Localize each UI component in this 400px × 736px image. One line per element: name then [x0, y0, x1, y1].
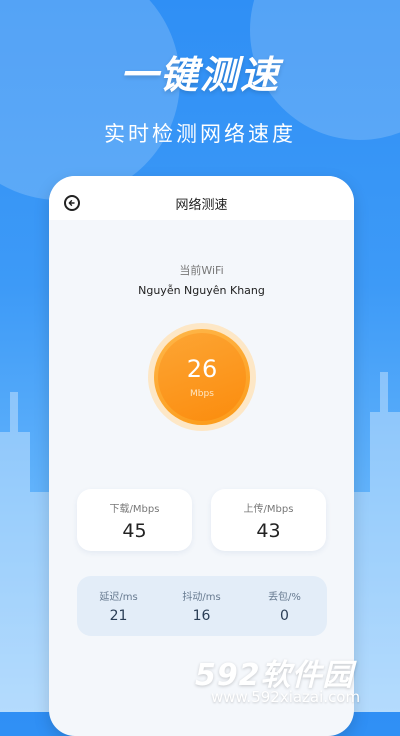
app-bar: 网络测速: [49, 176, 354, 220]
upload-value: 43: [256, 520, 281, 542]
background-glow: [0, 0, 180, 200]
download-card: 下载/Mbps 45: [77, 489, 192, 551]
wifi-name: Nguyễn Nguyên Khang: [138, 284, 265, 297]
packet-loss-value: 0: [280, 608, 289, 624]
promo-subline: 实时检测网络速度: [104, 122, 296, 146]
latency-metric: 延迟/ms 21: [77, 576, 160, 636]
speed-gauge[interactable]: 26 Mbps: [148, 323, 256, 431]
upload-card: 上传/Mbps 43: [211, 489, 326, 551]
watermark-url: www.592xiazai.com: [211, 688, 361, 706]
download-value: 45: [122, 520, 147, 542]
upload-label: 上传/Mbps: [243, 504, 294, 515]
jitter-label: 抖动/ms: [182, 592, 221, 603]
current-wifi-label: 当前WiFi: [179, 264, 224, 277]
packet-loss-label: 丢包/%: [268, 592, 301, 603]
speed-gauge-core: 26 Mbps: [158, 333, 246, 421]
speed-gauge-ring: 26 Mbps: [154, 329, 250, 425]
site-watermark: 592软件园 www.592xiazai.com: [195, 650, 400, 712]
page-title: 网络测速: [175, 198, 228, 213]
latency-value: 21: [109, 608, 128, 624]
latency-label: 延迟/ms: [99, 592, 138, 603]
packet-loss-metric: 丢包/% 0: [243, 576, 326, 636]
jitter-metric: 抖动/ms 16: [160, 576, 243, 636]
speed-unit: Mbps: [190, 389, 214, 399]
download-label: 下载/Mbps: [109, 504, 160, 515]
promo-headline: 一键测速: [119, 53, 280, 97]
speed-value: 26: [186, 355, 218, 383]
jitter-value: 16: [192, 608, 211, 624]
network-metrics-panel: 延迟/ms 21 抖动/ms 16 丢包/% 0: [77, 576, 327, 636]
